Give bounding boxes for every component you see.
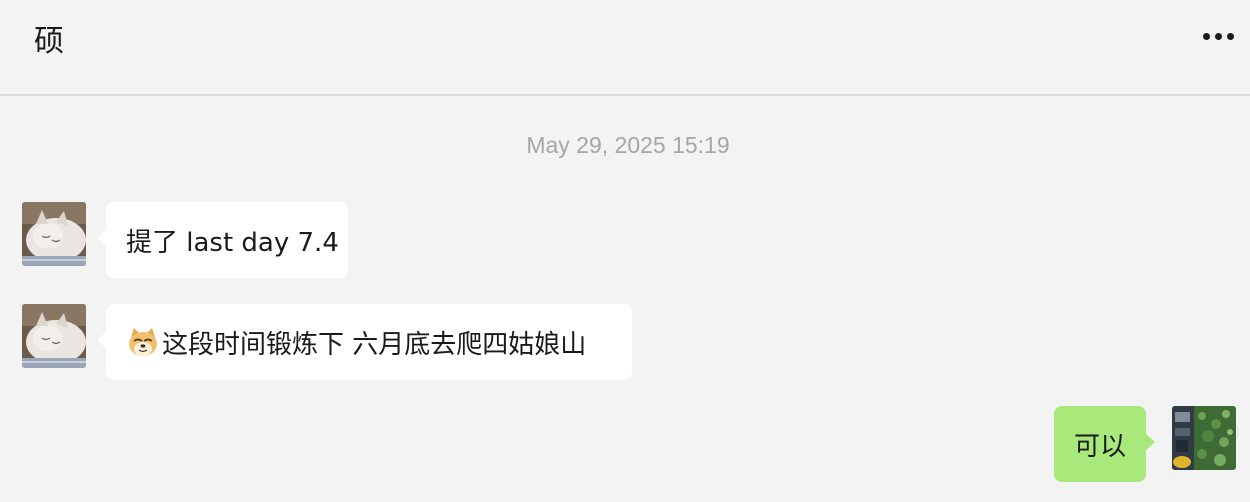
self-avatar[interactable]: [1172, 406, 1236, 470]
contact-avatar[interactable]: [22, 304, 86, 368]
message-bubble[interactable]: 提了 last day 7.4: [97, 202, 348, 278]
cat-avatar-icon: [22, 202, 86, 266]
message-text: 提了 last day 7.4: [126, 227, 339, 258]
self-avatar-icon: [1172, 406, 1236, 470]
message-text: 这段时间锻炼下 六月底去爬四姑娘山: [162, 329, 587, 360]
cat-avatar-icon: [22, 304, 86, 368]
chat-window: 硕 May 29, 2025 15:19 提了 last day 7.4 这段时…: [0, 0, 1250, 502]
more-horizontal-icon-dot-2: [1214, 32, 1222, 40]
more-options-button[interactable]: [1196, 22, 1240, 50]
message-text: 可以: [1074, 431, 1127, 462]
message-bubble[interactable]: 这段时间锻炼下 六月底去爬四姑娘山: [97, 304, 632, 380]
more-horizontal-icon: [1202, 32, 1210, 40]
more-horizontal-icon-dot-3: [1226, 32, 1234, 40]
message-bubble-outgoing[interactable]: 可以: [1054, 406, 1155, 482]
contact-avatar[interactable]: [22, 202, 86, 266]
chat-title: 硕: [34, 24, 64, 59]
message-timestamp: May 29, 2025 15:19: [526, 132, 730, 158]
doge-emoji-icon: [126, 325, 160, 359]
chat-header: 硕: [0, 0, 1250, 96]
